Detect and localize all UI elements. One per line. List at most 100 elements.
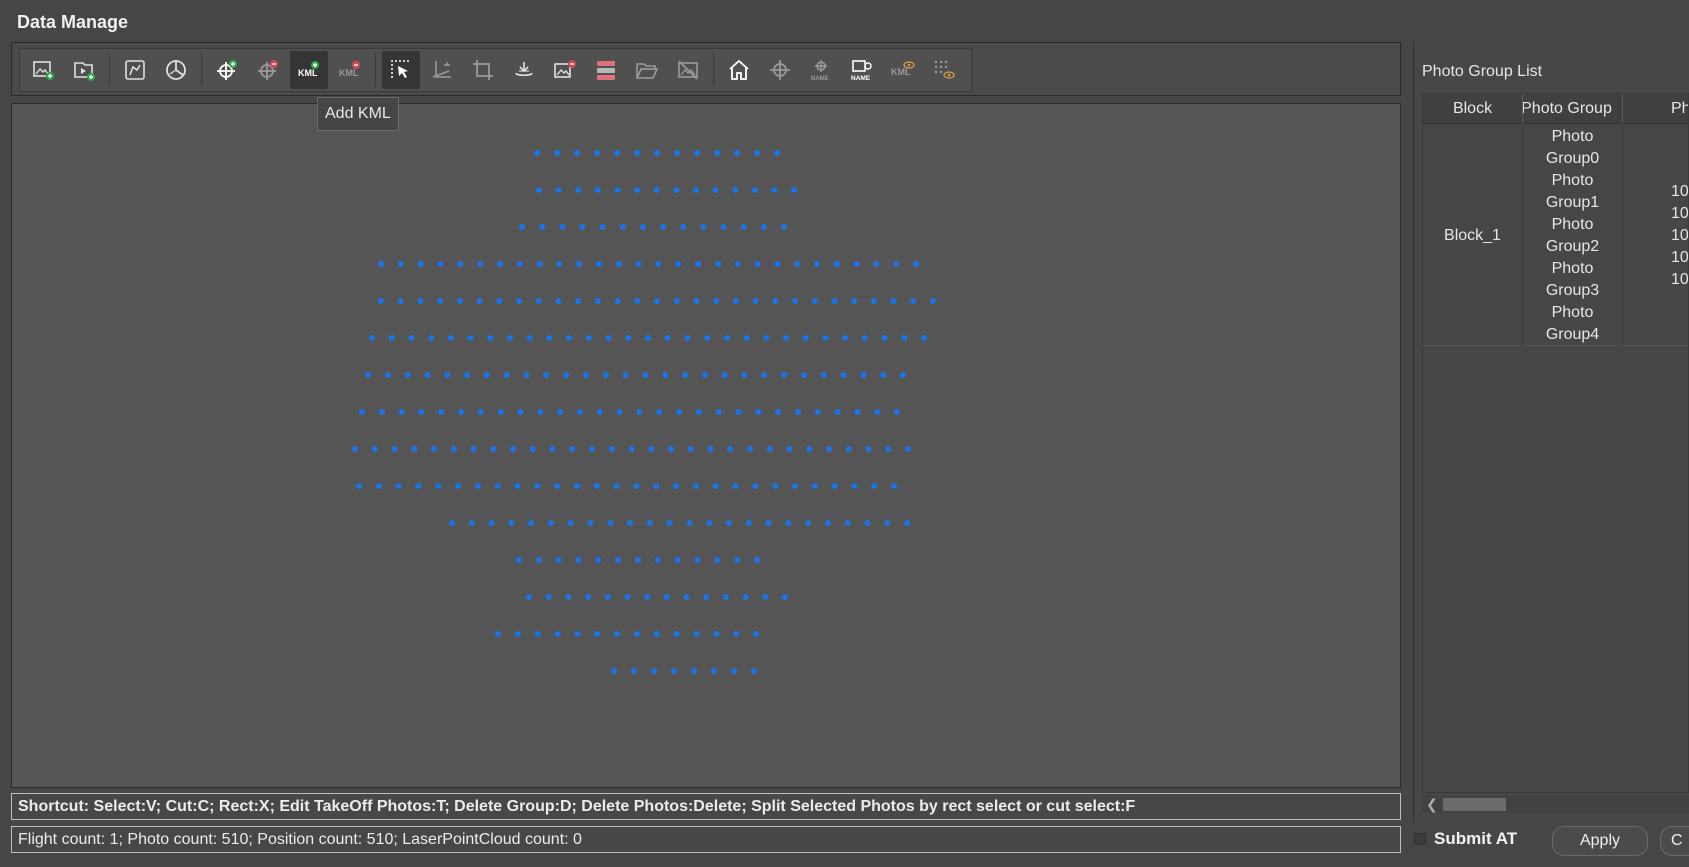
photo-position-point[interactable]: [732, 483, 739, 489]
photo-position-point[interactable]: [494, 483, 501, 489]
photo-position-point[interactable]: [774, 150, 780, 156]
photo-position-point[interactable]: [526, 594, 532, 600]
photo-position-point[interactable]: [554, 483, 561, 489]
photo-position-point[interactable]: [734, 557, 741, 563]
photo-group-table[interactable]: Block Photo Group Pho Block_1 Photo Group…: [1422, 93, 1689, 793]
photo-position-point[interactable]: [555, 557, 562, 563]
delete-group-button[interactable]: [587, 51, 625, 89]
photo-position-point[interactable]: [535, 298, 542, 304]
apply-button[interactable]: Apply: [1552, 826, 1648, 856]
photo-position-point[interactable]: [634, 187, 641, 193]
photo-position-point[interactable]: [547, 520, 554, 526]
photo-position-point[interactable]: [930, 298, 936, 304]
show-name-button[interactable]: NAME: [843, 51, 881, 89]
photo-position-point[interactable]: [537, 409, 544, 415]
photo-position-point[interactable]: [604, 594, 611, 600]
photo-position-point[interactable]: [781, 224, 787, 230]
photo-position-point[interactable]: [905, 446, 911, 452]
pie-chart-button[interactable]: [157, 51, 195, 89]
column-header-photo-group[interactable]: Photo Group: [1523, 94, 1623, 124]
photo-position-point[interactable]: [490, 446, 497, 452]
photo-position-point[interactable]: [674, 150, 680, 156]
photo-position-point[interactable]: [575, 187, 582, 193]
photo-position-point[interactable]: [435, 483, 442, 489]
photo-position-point[interactable]: [893, 261, 900, 267]
photo-position-point[interactable]: [415, 483, 422, 489]
position-name-button[interactable]: NAME: [802, 51, 840, 89]
photo-position-point[interactable]: [516, 557, 522, 563]
photo-position-point[interactable]: [873, 261, 880, 267]
photo-position-point[interactable]: [682, 372, 688, 378]
photo-position-point[interactable]: [437, 298, 444, 304]
photo-position-point[interactable]: [556, 261, 563, 267]
photo-position-point[interactable]: [615, 557, 622, 563]
photo-position-point[interactable]: [775, 409, 782, 415]
photo-position-point[interactable]: [831, 298, 838, 304]
photo-position-point[interactable]: [365, 372, 371, 378]
photo-position-point[interactable]: [375, 483, 382, 489]
photo-position-point[interactable]: [554, 150, 560, 156]
photo-position-point[interactable]: [910, 298, 917, 304]
photo-position-point[interactable]: [456, 298, 463, 304]
photo-position-point[interactable]: [833, 261, 840, 267]
photo-position-point[interactable]: [864, 520, 871, 526]
photo-position-point[interactable]: [732, 298, 739, 304]
photo-position-point[interactable]: [774, 261, 781, 267]
photo-position-point[interactable]: [438, 409, 445, 415]
photo-position-point[interactable]: [723, 335, 730, 341]
photo-position-point[interactable]: [514, 631, 521, 637]
photo-position-point[interactable]: [514, 483, 521, 489]
photo-position-point[interactable]: [653, 187, 660, 193]
photo-position-point[interactable]: [388, 335, 395, 341]
photo-position-point[interactable]: [842, 335, 849, 341]
photo-position-point[interactable]: [636, 409, 643, 415]
photo-position-point[interactable]: [680, 224, 687, 230]
photo-position-point[interactable]: [371, 446, 378, 452]
photo-position-point[interactable]: [654, 150, 660, 156]
photo-position-point[interactable]: [594, 631, 601, 637]
photo-position-point[interactable]: [557, 409, 564, 415]
photo-position-point[interactable]: [668, 446, 674, 452]
photo-position-point[interactable]: [913, 261, 919, 267]
photo-position-point[interactable]: [563, 372, 570, 378]
photo-position-point[interactable]: [900, 372, 906, 378]
photo-position-point[interactable]: [732, 187, 739, 193]
photo-position-point[interactable]: [397, 261, 404, 267]
photo-position-point[interactable]: [860, 372, 867, 378]
photo-position-point[interactable]: [468, 520, 475, 526]
photo-position-point[interactable]: [806, 446, 813, 452]
photo-position-point[interactable]: [772, 298, 779, 304]
photo-position-point[interactable]: [418, 409, 425, 415]
photo-position-point[interactable]: [766, 446, 773, 452]
photo-position-point[interactable]: [673, 187, 680, 193]
photo-position-point[interactable]: [676, 409, 682, 415]
photo-position-point[interactable]: [707, 446, 714, 452]
photo-position-point[interactable]: [742, 594, 749, 600]
photo-position-point[interactable]: [369, 335, 375, 341]
photo-position-point[interactable]: [404, 372, 411, 378]
photo-position-point[interactable]: [890, 298, 897, 304]
photo-position-point[interactable]: [487, 335, 494, 341]
edit-region-button[interactable]: [116, 51, 154, 89]
photo-position-point[interactable]: [701, 372, 708, 378]
photo-position-point[interactable]: [576, 261, 583, 267]
photo-position-point[interactable]: [559, 224, 566, 230]
scrollbar-thumb[interactable]: [1443, 798, 1506, 811]
column-header-block[interactable]: Block: [1423, 94, 1523, 124]
photo-position-point[interactable]: [444, 372, 451, 378]
photo-position-point[interactable]: [772, 483, 779, 489]
photo-position-point[interactable]: [608, 446, 615, 452]
photo-position-point[interactable]: [594, 187, 601, 193]
photo-position-point[interactable]: [495, 631, 501, 637]
photo-position-point[interactable]: [488, 520, 495, 526]
photo-position-point[interactable]: [526, 335, 533, 341]
photo-position-point[interactable]: [763, 335, 770, 341]
photo-position-point[interactable]: [449, 520, 455, 526]
photo-position-point[interactable]: [822, 335, 829, 341]
photo-position-point[interactable]: [428, 335, 435, 341]
photo-position-point[interactable]: [751, 668, 757, 674]
photo-position-point[interactable]: [765, 520, 772, 526]
photo-position-point[interactable]: [378, 298, 384, 304]
photo-position-point[interactable]: [664, 335, 671, 341]
photo-position-point[interactable]: [378, 261, 384, 267]
